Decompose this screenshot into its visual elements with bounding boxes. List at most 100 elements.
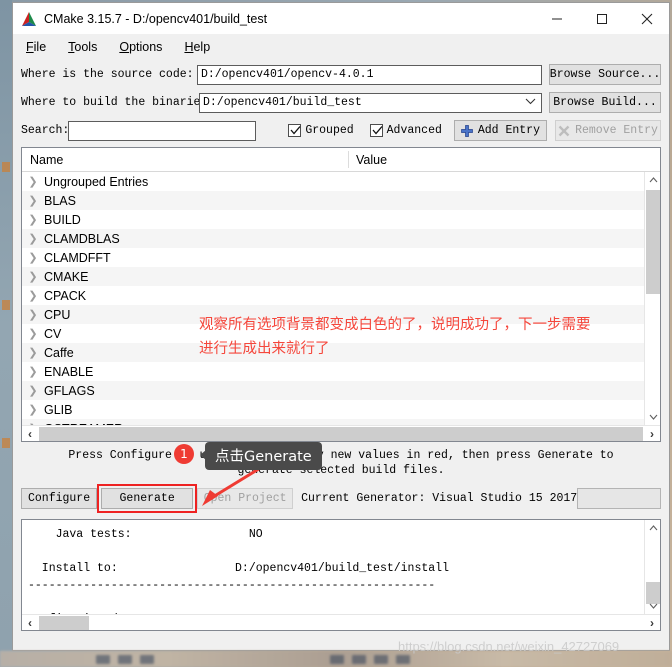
log-vertical-scrollbar[interactable] bbox=[644, 520, 660, 614]
source-code-row: Where is the source code: D:/opencv401/o… bbox=[21, 64, 661, 85]
remove-entry-label: Remove Entry bbox=[575, 124, 658, 137]
progress-bar bbox=[577, 488, 661, 509]
taskbar[interactable] bbox=[0, 651, 672, 667]
build-binaries-combo[interactable]: D:/opencv401/build_test bbox=[199, 92, 542, 113]
browse-build-button[interactable]: Browse Build... bbox=[549, 92, 661, 113]
maximize-icon[interactable] bbox=[579, 3, 624, 34]
log-horizontal-scrollbar[interactable]: ‹ › bbox=[22, 614, 660, 630]
tree-row-label: ENABLE bbox=[44, 364, 94, 379]
tree-row-label: GFLAGS bbox=[44, 383, 95, 398]
chevron-right-icon[interactable]: ❯ bbox=[22, 327, 44, 340]
tree-row-label: GLIB bbox=[44, 402, 73, 417]
scroll-up-icon[interactable] bbox=[645, 172, 660, 188]
menu-file[interactable]: File bbox=[23, 38, 49, 56]
search-input[interactable] bbox=[68, 120, 257, 141]
menu-file-label: ile bbox=[33, 40, 47, 54]
cmake-gui-window: CMake 3.15.7 - D:/opencv401/build_test F… bbox=[12, 2, 670, 651]
chevron-right-icon[interactable]: ❯ bbox=[22, 289, 44, 302]
cache-entries-tree[interactable]: Name Value ❯ Ungrouped Entries ❯ BLAS ❯ BUILD… bbox=[21, 147, 661, 442]
sliver-icon-3 bbox=[2, 438, 10, 448]
build-binaries-row: Where to build the binaries: D:/opencv40… bbox=[21, 92, 661, 113]
tree-scrollbar-thumb[interactable] bbox=[646, 190, 660, 294]
chevron-right-icon[interactable]: ❯ bbox=[22, 213, 44, 226]
tree-row-label: CLAMDBLAS bbox=[44, 231, 120, 246]
chevron-right-icon[interactable]: ❯ bbox=[22, 346, 44, 359]
search-label: Search: bbox=[21, 124, 70, 137]
minimize-icon[interactable] bbox=[534, 3, 579, 34]
scroll-left-icon[interactable]: ‹ bbox=[22, 426, 38, 441]
configure-button[interactable]: Configure bbox=[21, 488, 98, 509]
tree-row-label: Ungrouped Entries bbox=[44, 174, 149, 189]
log-scroll-left-icon[interactable]: ‹ bbox=[22, 615, 38, 630]
chevron-right-icon[interactable]: ❯ bbox=[22, 175, 44, 188]
log-hscrollbar-thumb[interactable] bbox=[39, 616, 89, 630]
menu-bar: File Tools Options Help bbox=[13, 34, 669, 60]
tree-row[interactable]: ❯ Ungrouped Entries bbox=[22, 172, 644, 191]
tree-row[interactable]: ❯ ENABLE bbox=[22, 362, 644, 381]
tree-horizontal-scrollbar[interactable]: ‹ › bbox=[22, 425, 660, 441]
tree-header: Name Value bbox=[22, 148, 660, 172]
tree-row[interactable]: ❯ Caffe bbox=[22, 343, 644, 362]
tree-row[interactable]: ❯ CLAMDFFT bbox=[22, 248, 644, 267]
close-icon[interactable] bbox=[624, 3, 669, 34]
tree-row-label: CV bbox=[44, 326, 62, 341]
remove-entry-button: Remove Entry bbox=[555, 120, 661, 141]
search-row: Search: Grouped Advanced Add Entry Remov… bbox=[21, 120, 661, 141]
tree-row-label: Caffe bbox=[44, 345, 74, 360]
tree-row[interactable]: ❯ CMAKE bbox=[22, 267, 644, 286]
tree-row[interactable]: ❯ BLAS bbox=[22, 191, 644, 210]
chevron-right-icon[interactable]: ❯ bbox=[22, 251, 44, 264]
log-scroll-up-icon[interactable] bbox=[645, 520, 660, 536]
chevron-right-icon[interactable]: ❯ bbox=[22, 403, 44, 416]
log-scroll-down-icon[interactable] bbox=[645, 598, 660, 614]
tree-hscrollbar-thumb[interactable] bbox=[39, 427, 643, 441]
tree-row[interactable]: ❯ CPU bbox=[22, 305, 644, 324]
chevron-right-icon[interactable]: ❯ bbox=[22, 384, 44, 397]
tree-row[interactable]: ❯ CV bbox=[22, 324, 644, 343]
action-bar: Configure Generate Open Project Current … bbox=[21, 484, 661, 513]
chevron-down-icon[interactable] bbox=[525, 96, 538, 109]
tree-row-label: CMAKE bbox=[44, 269, 89, 284]
advanced-checkbox-box bbox=[369, 124, 383, 137]
grouped-checkbox[interactable]: Grouped bbox=[288, 124, 354, 137]
chevron-right-icon[interactable]: ❯ bbox=[22, 270, 44, 283]
sliver-icon-1 bbox=[2, 162, 10, 172]
tree-rows: ❯ Ungrouped Entries ❯ BLAS ❯ BUILD ❯ CLAMDBLAS ❯… bbox=[22, 172, 644, 425]
scroll-down-icon[interactable] bbox=[645, 409, 660, 425]
source-code-label: Where is the source code: bbox=[21, 68, 194, 81]
generate-button-wrapper: Generate bbox=[97, 484, 198, 513]
tree-row[interactable]: ❯ GLIB bbox=[22, 400, 644, 419]
chevron-right-icon[interactable]: ❯ bbox=[22, 308, 44, 321]
source-code-input[interactable]: D:/opencv401/opencv-4.0.1 bbox=[196, 64, 542, 85]
tree-row[interactable]: ❯ BUILD bbox=[22, 210, 644, 229]
advanced-checkbox[interactable]: Advanced bbox=[369, 124, 442, 137]
chevron-right-icon[interactable]: ❯ bbox=[22, 232, 44, 245]
add-entry-label: Add Entry bbox=[477, 124, 540, 137]
open-project-label: Open Project bbox=[203, 492, 287, 505]
tree-row-label: CPACK bbox=[44, 288, 87, 303]
generate-highlight-box bbox=[97, 484, 198, 513]
add-entry-button[interactable]: Add Entry bbox=[453, 120, 547, 141]
column-header-value[interactable]: Value bbox=[348, 153, 387, 167]
column-header-name[interactable]: Name bbox=[22, 153, 348, 167]
log-scroll-right-icon[interactable]: › bbox=[644, 615, 660, 630]
tree-vertical-scrollbar[interactable] bbox=[644, 172, 660, 425]
tree-row[interactable]: ❯ GFLAGS bbox=[22, 381, 644, 400]
column-divider[interactable] bbox=[348, 151, 349, 168]
menu-help[interactable]: Help bbox=[181, 38, 213, 56]
plus-icon bbox=[461, 124, 473, 137]
scroll-right-icon[interactable]: › bbox=[644, 426, 660, 441]
menu-tools[interactable]: Tools bbox=[65, 38, 100, 56]
output-log-panel[interactable]: Java tests: NO Install to: D:/opencv401/… bbox=[21, 519, 661, 631]
cmake-logo-icon bbox=[22, 11, 36, 26]
configure-label: Configure bbox=[28, 492, 91, 505]
menu-options[interactable]: Options bbox=[116, 38, 165, 56]
chevron-right-icon[interactable]: ❯ bbox=[22, 365, 44, 378]
tree-row[interactable]: ❯ CLAMDBLAS bbox=[22, 229, 644, 248]
menu-tools-label: ools bbox=[74, 40, 98, 54]
window-controls bbox=[534, 3, 669, 34]
browse-source-button[interactable]: Browse Source... bbox=[549, 64, 661, 85]
chevron-right-icon[interactable]: ❯ bbox=[22, 194, 44, 207]
tree-row[interactable]: ❯ CPACK bbox=[22, 286, 644, 305]
output-log-text: Java tests: NO Install to: D:/opencv401/… bbox=[28, 528, 449, 614]
